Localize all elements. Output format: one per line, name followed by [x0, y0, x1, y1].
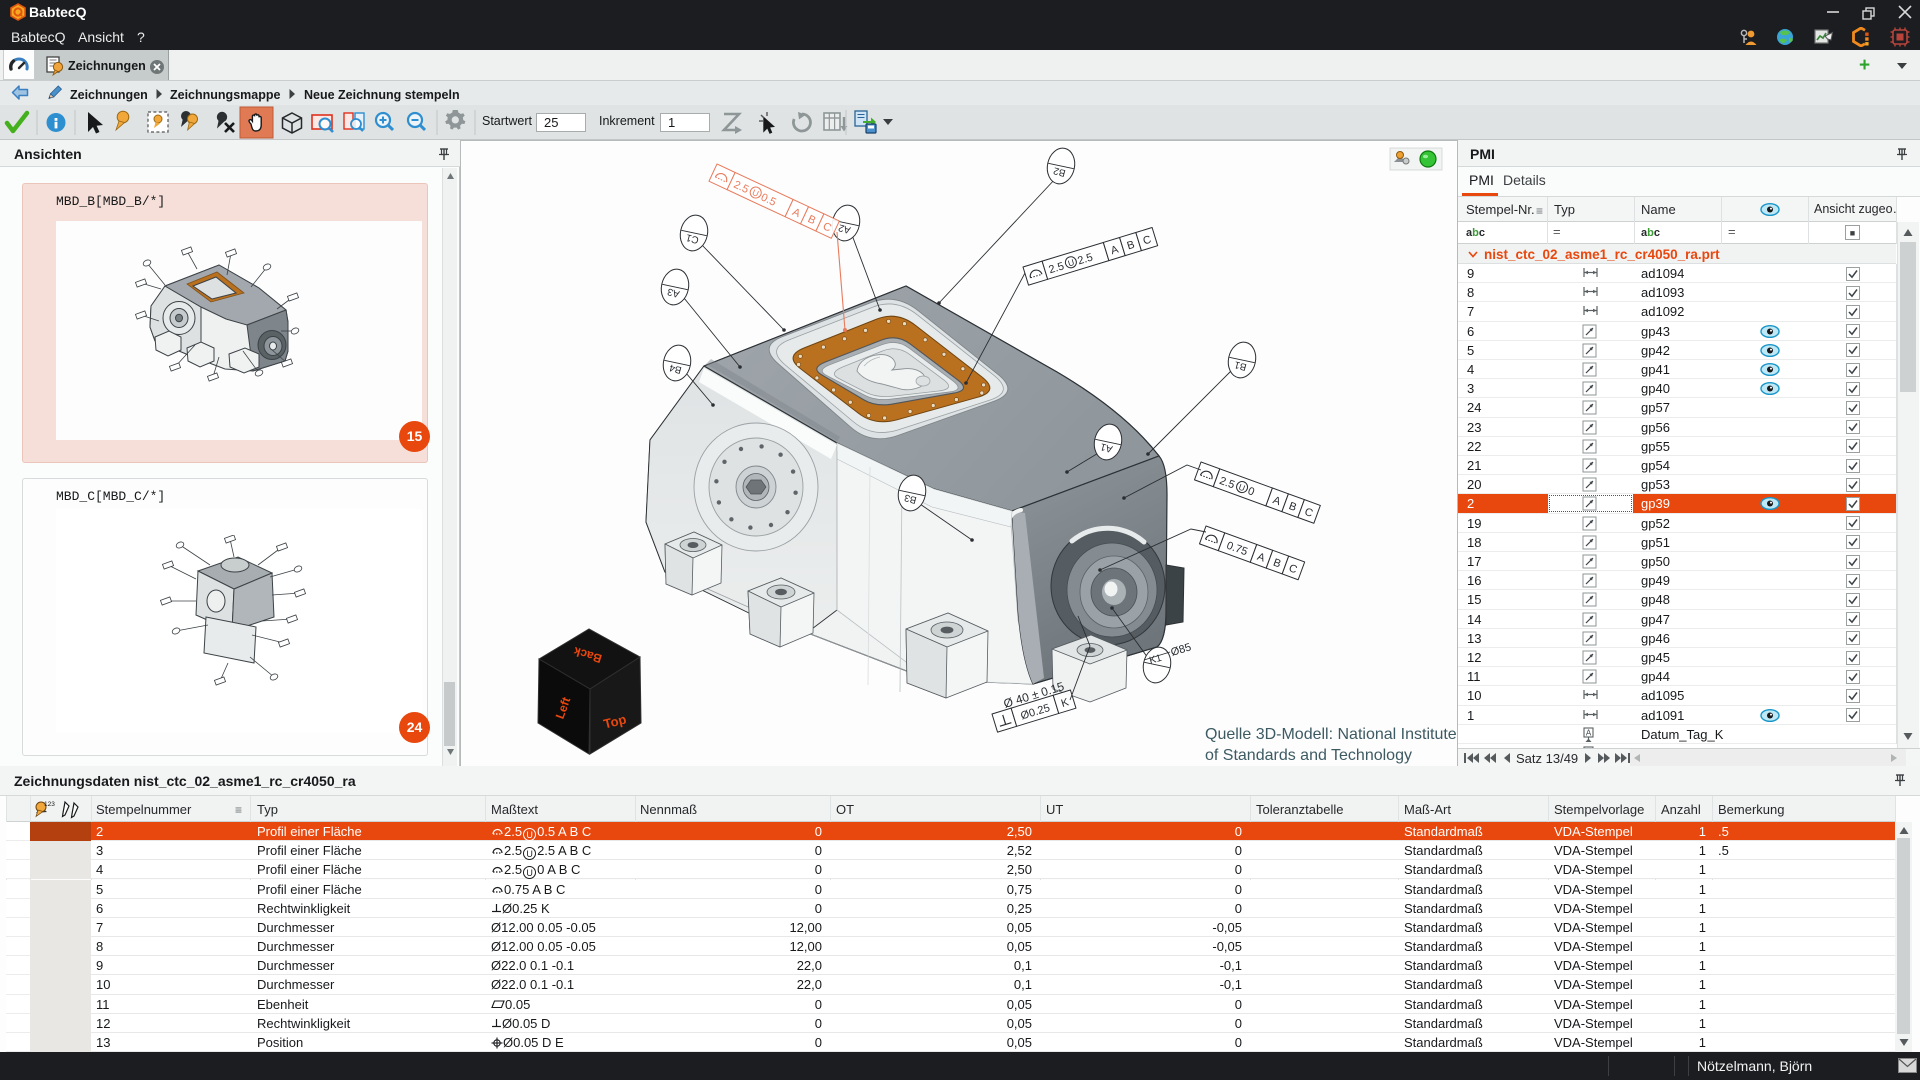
svg-text:A: A: [1586, 728, 1592, 737]
svg-text:Ø85: Ø85: [1169, 641, 1192, 659]
svg-text:of Standards and Technology: of Standards and Technology: [1205, 747, 1412, 764]
svg-text:Quelle 3D-Modell: National Ins: Quelle 3D-Modell: National Institute: [1205, 726, 1457, 743]
svg-text:123: 123: [44, 801, 55, 808]
